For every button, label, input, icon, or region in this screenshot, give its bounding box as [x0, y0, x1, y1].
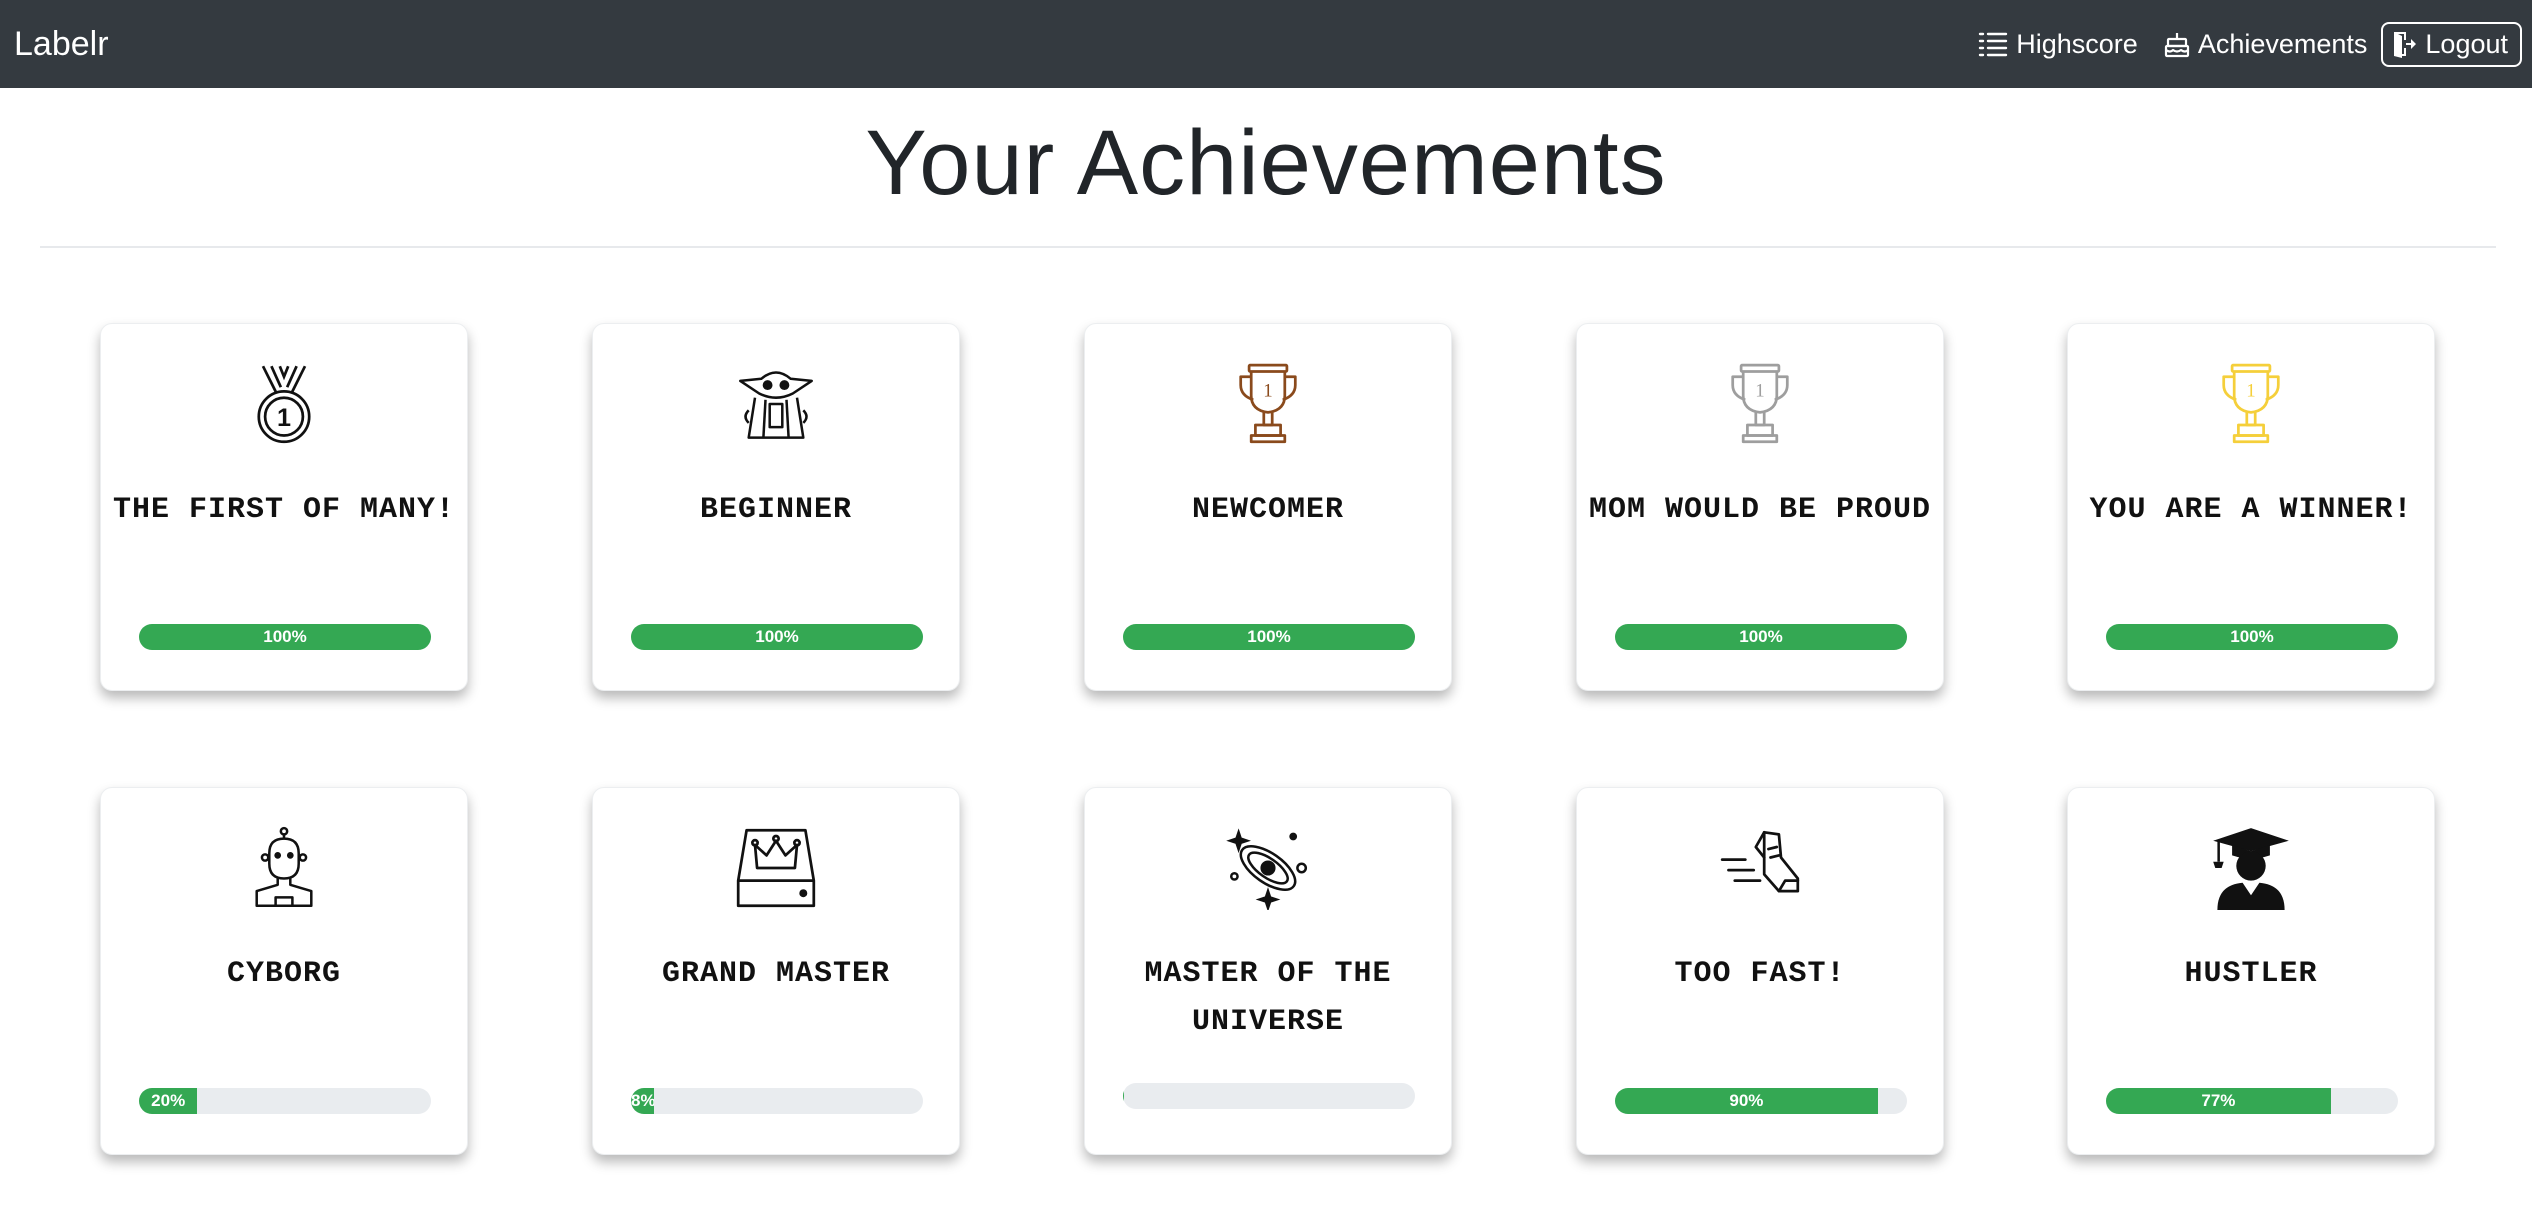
nav-links: Highscore Achievements Logout	[1952, 0, 2522, 88]
achievement-progress: 100%	[1615, 624, 1907, 650]
medal-icon: 1	[257, 365, 311, 444]
achievement-card-newcomer: 1 NEWCOMER 100%	[1084, 323, 1452, 691]
svg-text:1: 1	[2246, 381, 2255, 402]
navbar: Labelr Highscore Achievements Logout	[0, 0, 2532, 88]
achievement-card-master-of-the-universe: MASTER OF THE UNIVERSE	[1084, 787, 1452, 1155]
progress-bar-fill: 20%	[139, 1088, 198, 1114]
progress-bar-fill: 100%	[1615, 624, 1907, 650]
achievement-title: YOU ARE A WINNER!	[2089, 493, 2413, 527]
achievement-card-hustler: HUSTLER 77%	[2067, 787, 2435, 1155]
achievement-title: HUSTLER	[2184, 957, 2318, 991]
progress-bar-fill: 100%	[2106, 624, 2398, 650]
gold-trophy-icon: 1	[2222, 363, 2280, 444]
achievement-title: THE FIRST OF MANY!	[112, 493, 456, 527]
progress-bar-fill: 100%	[631, 624, 923, 650]
achievement-progress	[1123, 1083, 1415, 1109]
svg-text:1: 1	[277, 404, 291, 432]
achievement-card-mom-would-be-proud: 1 MOM WOULD BE PROUD 100%	[1576, 323, 1944, 691]
cake-icon	[2164, 33, 2189, 58]
nav-achievements-link[interactable]: Achievements	[2164, 28, 2368, 60]
progress-bar-fill: 77%	[2106, 1088, 2331, 1114]
achievement-title: CYBORG	[226, 957, 342, 991]
cyborg-icon	[255, 826, 313, 908]
progress-bar-fill: 8%	[631, 1088, 655, 1114]
achievement-progress: 90%	[1615, 1088, 1907, 1114]
progress-bar-fill	[1123, 1083, 1125, 1109]
achievement-title: MASTER OF THE UNIVERSE	[1144, 957, 1392, 1039]
brand-logo[interactable]: Labelr	[14, 0, 109, 88]
page-title: Your Achievements	[865, 112, 1667, 214]
running-shoe-icon	[1720, 830, 1800, 893]
crown-drive-icon	[736, 828, 816, 908]
achievement-title: NEWCOMER	[1191, 493, 1345, 527]
nav-highscore-label: Highscore	[2016, 28, 2138, 59]
achievement-card-cyborg: CYBORG 20%	[100, 787, 468, 1155]
svg-text:1: 1	[1755, 381, 1764, 402]
achievement-title: BEGINNER	[699, 493, 853, 527]
list-icon	[1979, 32, 2008, 57]
achievement-card-you-are-a-winner: 1 YOU ARE A WINNER! 100%	[2067, 323, 2435, 691]
achievement-progress: 77%	[2106, 1088, 2398, 1114]
svg-text:1: 1	[1263, 381, 1272, 402]
silver-trophy-icon: 1	[1731, 363, 1789, 444]
graduate-icon	[2213, 828, 2289, 910]
achievement-card-grand-master: GRAND MASTER 8%	[592, 787, 960, 1155]
achievement-progress: 100%	[2106, 624, 2398, 650]
achievement-progress: 100%	[1123, 624, 1415, 650]
title-divider	[40, 246, 2496, 248]
logout-label: Logout	[2425, 28, 2508, 59]
achievement-card-too-fast: TOO FAST! 90%	[1576, 787, 1944, 1155]
achievement-progress: 20%	[139, 1088, 431, 1114]
achievement-card-beginner: BEGINNER 100%	[592, 323, 960, 691]
nav-achievements-label: Achievements	[2197, 28, 2368, 59]
progress-bar-fill: 90%	[1615, 1088, 1878, 1114]
achievement-title: MOM WOULD BE PROUD	[1588, 493, 1932, 527]
galaxy-icon	[1226, 828, 1308, 910]
achievement-progress: 8%	[631, 1088, 923, 1114]
bronze-trophy-icon: 1	[1239, 363, 1297, 444]
achievement-progress: 100%	[139, 624, 431, 650]
baby-yoda-icon	[739, 371, 813, 439]
progress-bar-fill: 100%	[1123, 624, 1415, 650]
logout-button[interactable]: Logout	[2381, 21, 2522, 67]
nav-highscore-link[interactable]: Highscore	[1978, 29, 2138, 60]
achievement-title: GRAND MASTER	[661, 957, 891, 991]
progress-bar-fill: 100%	[139, 624, 431, 650]
achievement-title: TOO FAST!	[1674, 957, 1846, 991]
logout-icon	[2394, 32, 2417, 58]
achievement-progress: 100%	[631, 624, 923, 650]
achievement-card-first-of-many: 1 THE FIRST OF MANY! 100%	[100, 323, 468, 691]
